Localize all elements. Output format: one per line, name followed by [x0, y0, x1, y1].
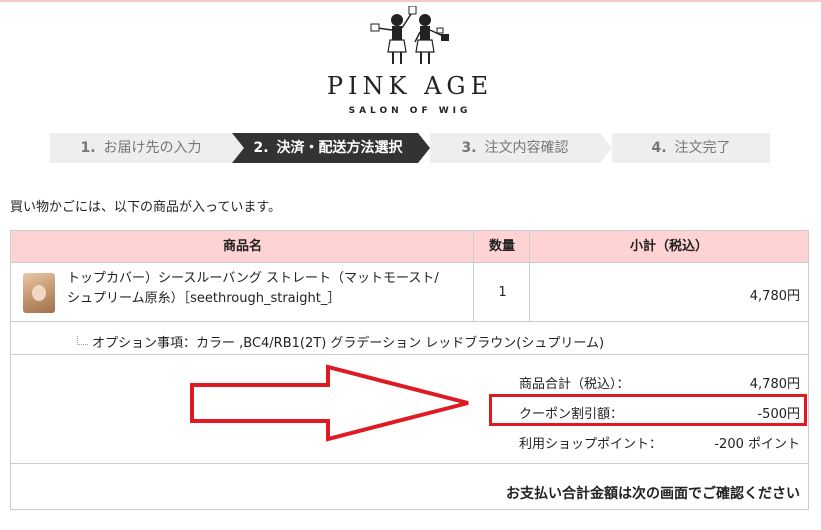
col-divider: [473, 231, 474, 321]
step-2-label: 決済・配送方法選択: [276, 140, 403, 156]
product-name-line2: シュプリーム原糸）［seethrough_straight_］: [67, 291, 341, 306]
step-3-separator: [600, 133, 612, 163]
points-value: -200 ポイント: [714, 437, 800, 452]
logo-figures-icon: [370, 6, 449, 64]
product-total-label: 商品合計（税込）：: [519, 377, 630, 392]
product-option-text: オプション事項：カラー ,BC4/RB1(2T) グラデーション レッドブラウン…: [92, 336, 605, 351]
step-2-number: 2.: [253, 140, 269, 156]
header-qty: 数量: [474, 231, 530, 263]
points-label: 利用ショップポイント：: [519, 437, 663, 452]
coupon-highlight-box: [489, 394, 807, 426]
col-divider: [529, 231, 530, 321]
product-quantity: 1: [498, 285, 507, 300]
row-divider: [11, 463, 808, 464]
step-3-number: 3.: [461, 140, 477, 156]
total-note: お支払い合計金額は次の画面でご確認ください: [506, 486, 800, 502]
option-indent-icon: [77, 336, 88, 345]
step-4-label: 注文完了: [674, 140, 731, 156]
product-option: オプション事項：カラー ,BC4/RB1(2T) グラデーション レッドブラウン…: [77, 332, 604, 351]
checkout-steps: 1. お届け先の入力 2. 決済・配送方法選択 3. 注文内容確認 4. 注文完了: [50, 133, 770, 163]
step-3: 3. 注文内容確認: [430, 133, 600, 163]
product-name-line1: トップカバー）シースルーバング ストレート（マットモースト/: [67, 271, 439, 286]
row-divider: [11, 321, 808, 322]
top-border: [0, 0, 821, 2]
step-1-label: お届け先の入力: [103, 140, 202, 156]
step-3-label: 注文内容確認: [484, 140, 569, 156]
product-thumbnail[interactable]: [23, 273, 55, 313]
step-2: 2. 決済・配送方法選択: [232, 133, 418, 163]
step-1-separator: [232, 133, 244, 163]
header-subtotal: 小計（税込）: [530, 231, 808, 263]
step-1-number: 1.: [80, 140, 96, 156]
step-2-separator: [418, 133, 430, 163]
product-name[interactable]: トップカバー）シースルーバング ストレート（マットモースト/ シュプリーム原糸）…: [67, 269, 467, 309]
product-total-value: 4,780円: [749, 377, 800, 392]
product-price: 4,780円: [749, 289, 800, 304]
brand-subtitle: SALON OF WIG: [348, 106, 472, 116]
cart-intro-text: 買い物かごには、以下の商品が入っています。: [10, 200, 282, 215]
step-4: 4. 注文完了: [612, 133, 770, 163]
row-divider: [11, 354, 808, 355]
header-product: 商品名: [11, 231, 474, 263]
brand-name: PINK AGE: [326, 72, 494, 100]
annotation-arrow-icon: [190, 364, 469, 442]
step-1: 1. お届け先の入力: [50, 133, 232, 163]
site-logo[interactable]: PINK AGE SALON OF WIG: [310, 6, 510, 116]
step-4-number: 4.: [651, 140, 667, 156]
